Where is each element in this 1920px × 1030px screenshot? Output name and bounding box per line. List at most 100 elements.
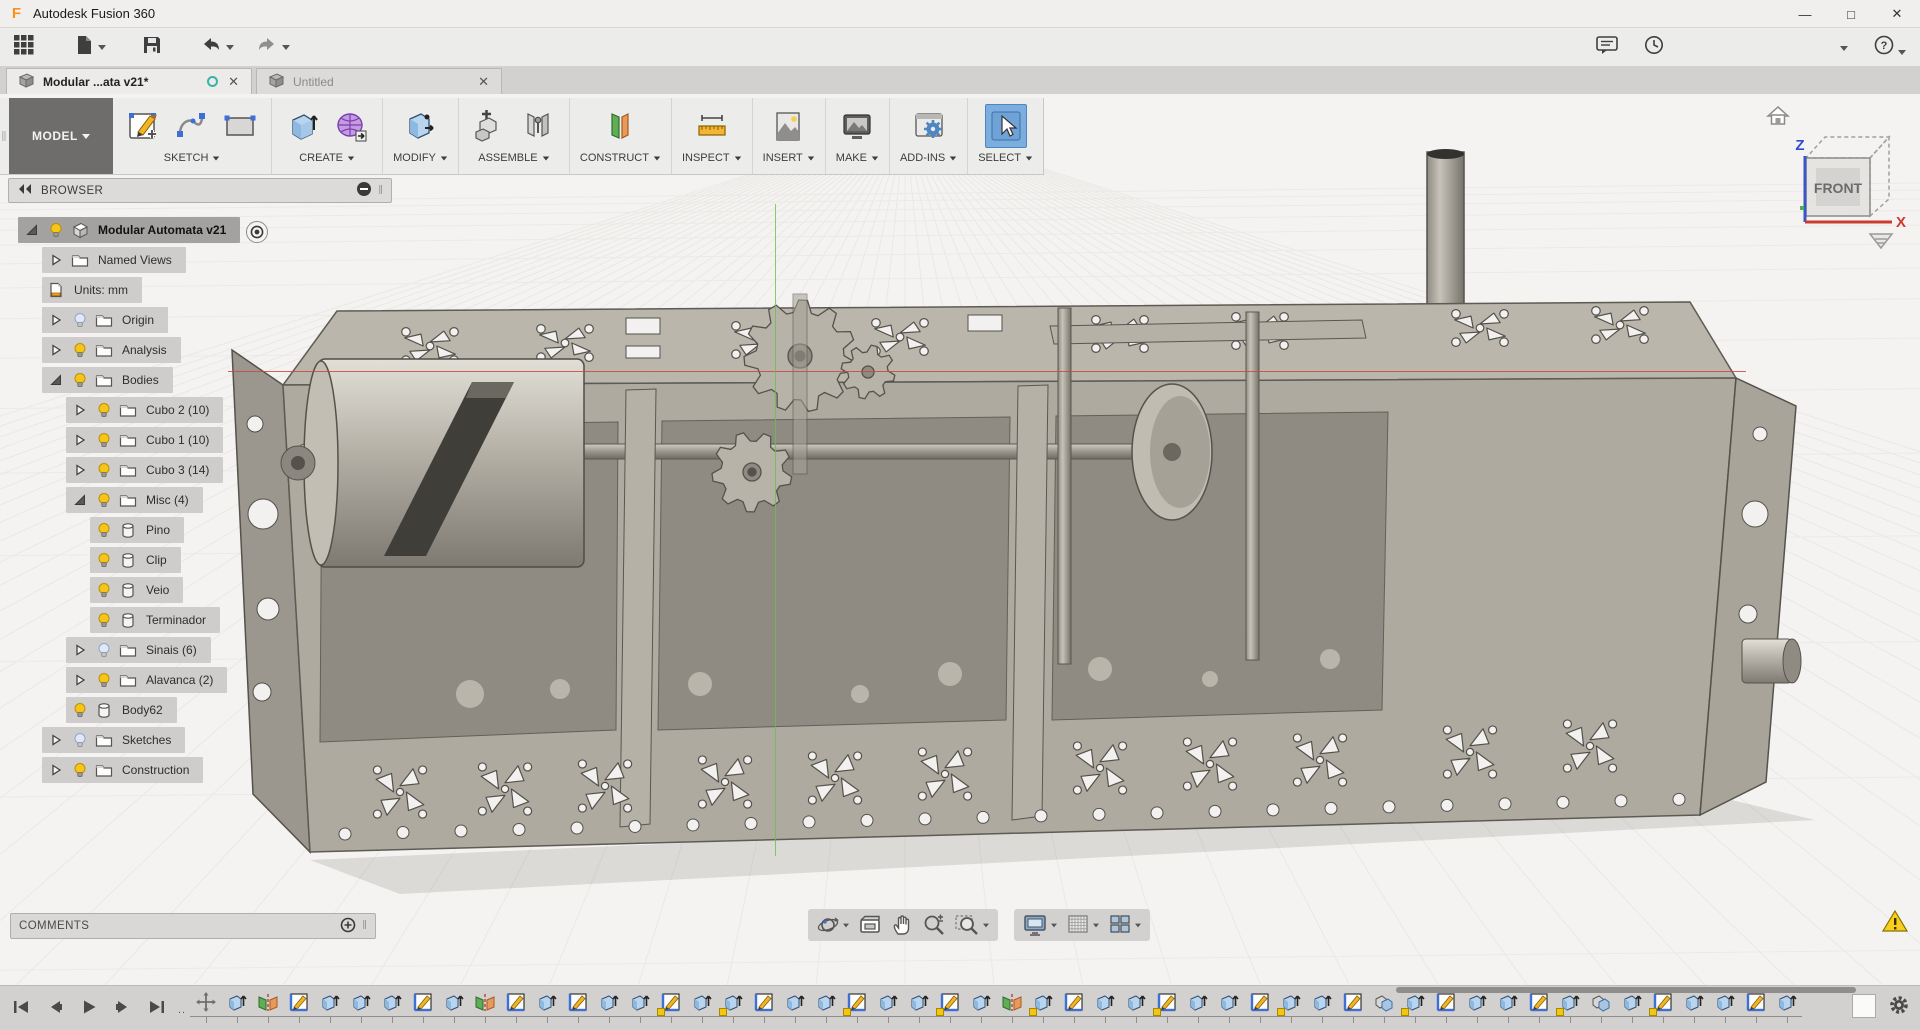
visibility-bulb-icon[interactable] [94, 550, 114, 570]
expand-caret-icon[interactable] [46, 250, 66, 270]
visibility-bulb-icon[interactable] [70, 310, 90, 330]
playback-step-back-icon[interactable] [42, 994, 68, 1020]
ribbon-grip[interactable]: ‖ [0, 98, 9, 174]
timeline-feature-extrude[interactable] [1678, 990, 1709, 1024]
help-icon[interactable]: ? [1874, 35, 1906, 60]
window-zoom-icon[interactable] [952, 911, 992, 939]
browser-tree-item[interactable]: Sketches [42, 727, 185, 753]
comments-bubble-icon[interactable] [1596, 35, 1618, 60]
timeline-feature-extrude[interactable] [717, 990, 748, 1024]
maximize-button[interactable]: □ [1828, 0, 1874, 28]
timeline-feature-sketch[interactable] [841, 990, 872, 1024]
timeline-feature-sketch[interactable] [1337, 990, 1368, 1024]
timeline-feature-sketch[interactable] [283, 990, 314, 1024]
pan-icon[interactable] [888, 911, 916, 939]
extrude-icon[interactable] [282, 104, 324, 148]
timeline-feature-sketch[interactable] [1523, 990, 1554, 1024]
browser-tree-item[interactable]: Units: mm [42, 277, 142, 303]
browser-tree-item[interactable]: Cubo 3 (14) [66, 457, 223, 483]
ribbon-group-label[interactable]: CREATE [299, 152, 355, 164]
expand-caret-icon[interactable] [70, 400, 90, 420]
browser-tree-item[interactable]: Cubo 2 (10) [66, 397, 223, 423]
browser-tree-item[interactable]: Misc (4) [66, 487, 203, 513]
expand-caret-icon[interactable] [46, 760, 66, 780]
playback-step-forward-icon[interactable] [110, 994, 136, 1020]
timeline-feature-sketch[interactable] [1151, 990, 1182, 1024]
minimize-button[interactable]: — [1782, 0, 1828, 28]
timeline-feature-extrude[interactable] [1027, 990, 1058, 1024]
measure-icon[interactable] [691, 104, 733, 148]
grid-settings-icon[interactable] [1064, 911, 1102, 939]
viewport-3d[interactable]: ‖ MODEL SKETCHCREATEMODIFYASSEMBLECONSTR… [0, 94, 1920, 985]
visibility-bulb-icon[interactable] [70, 730, 90, 750]
visibility-bulb-icon[interactable] [94, 430, 114, 450]
visibility-bulb-icon[interactable] [94, 520, 114, 540]
timeline-feature-extrude[interactable] [314, 990, 345, 1024]
close-tab-icon[interactable]: ✕ [476, 74, 491, 90]
browser-tree-item[interactable]: Clip [90, 547, 181, 573]
browser-tree-item[interactable]: Alavanca (2) [66, 667, 227, 693]
job-status-clock-icon[interactable] [1644, 35, 1664, 60]
comments-bar[interactable]: COMMENTS ‖ [10, 913, 376, 939]
visibility-bulb-icon[interactable] [94, 640, 114, 660]
collapse-panel-icon[interactable] [17, 183, 33, 198]
tab-untitled[interactable]: Untitled ✕ [256, 68, 502, 94]
browser-tree-item[interactable]: Named Views [42, 247, 186, 273]
add-comment-icon[interactable] [340, 917, 356, 936]
timeline-feature-sketch[interactable] [1058, 990, 1089, 1024]
expand-caret-icon[interactable] [70, 460, 90, 480]
timeline-feature-combine[interactable] [1368, 990, 1399, 1024]
timeline-feature-extrude[interactable] [1616, 990, 1647, 1024]
activate-component-icon[interactable] [246, 221, 268, 243]
visibility-bulb-icon[interactable] [94, 490, 114, 510]
timeline-feature-move[interactable] [190, 990, 221, 1024]
timeline-feature-sketch[interactable] [748, 990, 779, 1024]
timeline-feature-extrude[interactable] [1554, 990, 1585, 1024]
expand-caret-icon[interactable] [70, 640, 90, 660]
viewports-icon[interactable] [1106, 911, 1144, 939]
expand-caret-icon[interactable] [22, 220, 42, 240]
browser-tree-item[interactable]: Cubo 1 (10) [66, 427, 223, 453]
browser-tree-item[interactable]: Modular Automata v21 [18, 217, 240, 243]
new-component-icon[interactable] [469, 104, 511, 148]
create-sketch-icon[interactable] [123, 104, 165, 148]
timeline-feature-extrude[interactable] [438, 990, 469, 1024]
visibility-bulb-icon[interactable] [94, 610, 114, 630]
form-icon[interactable] [330, 104, 372, 148]
ribbon-group-label[interactable]: SELECT [978, 152, 1033, 164]
press-pull-icon[interactable] [400, 104, 442, 148]
orbit-icon[interactable] [814, 911, 852, 939]
playback-go-to-start-icon[interactable] [8, 994, 34, 1020]
rectangle-icon[interactable] [219, 104, 261, 148]
timeline-feature-extrude[interactable] [1182, 990, 1213, 1024]
timeline-feature-sketch[interactable] [407, 990, 438, 1024]
visibility-bulb-icon[interactable] [70, 370, 90, 390]
browser-tree-item[interactable]: Body62 [66, 697, 177, 723]
browser-tree-item[interactable]: Bodies [42, 367, 173, 393]
playback-play-icon[interactable] [76, 994, 102, 1020]
timeline-feature-extrude[interactable] [1213, 990, 1244, 1024]
timeline-scrollbar[interactable] [1396, 987, 1856, 993]
file-menu-button[interactable] [70, 32, 110, 63]
hide-all-icon[interactable] [356, 181, 372, 200]
timeline-feature-sketch[interactable] [1740, 990, 1771, 1024]
timeline-feature-sketch[interactable] [500, 990, 531, 1024]
timeline-feature-combine[interactable] [1585, 990, 1616, 1024]
spline-icon[interactable] [171, 104, 213, 148]
timeline-feature-sketch[interactable] [1430, 990, 1461, 1024]
browser-tree-item[interactable]: Sinais (6) [66, 637, 211, 663]
ribbon-group-label[interactable]: ASSEMBLE [478, 152, 549, 164]
timeline-feature-extrude[interactable] [1771, 990, 1802, 1024]
timeline-feature-extrude[interactable] [872, 990, 903, 1024]
timeline-feature-sketch[interactable] [655, 990, 686, 1024]
ribbon-group-label[interactable]: CONSTRUCT [580, 152, 661, 164]
select-cursor-icon[interactable] [985, 104, 1027, 148]
timeline-feature-extrude[interactable] [965, 990, 996, 1024]
save-button[interactable] [138, 32, 166, 63]
timeline-feature-extrude[interactable] [624, 990, 655, 1024]
undo-button[interactable] [196, 33, 238, 62]
ribbon-group-label[interactable]: MAKE [836, 152, 879, 164]
timeline-feature-extrude[interactable] [1120, 990, 1151, 1024]
timeline-feature-extrude[interactable] [1399, 990, 1430, 1024]
timeline-feature-mirror[interactable] [252, 990, 283, 1024]
